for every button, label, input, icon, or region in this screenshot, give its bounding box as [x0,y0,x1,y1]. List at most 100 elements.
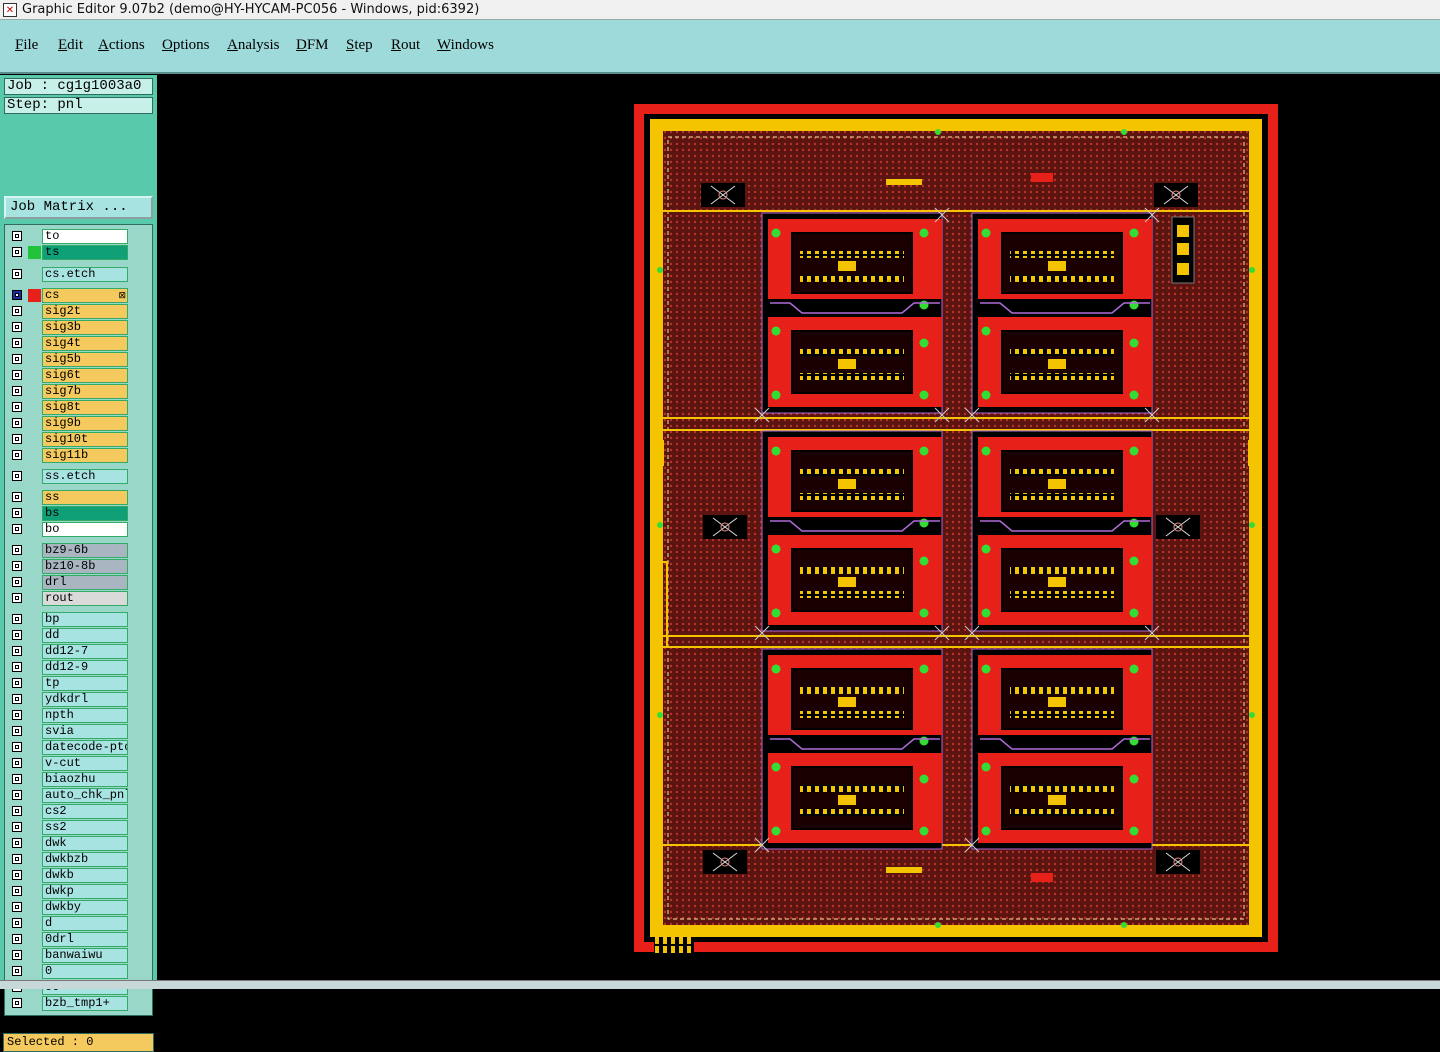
layer-row-sig9b[interactable]: sig9b [8,416,128,431]
layer-checkbox[interactable] [12,577,22,587]
layer-checkbox[interactable] [12,434,22,444]
layer-row-sig3b[interactable]: sig3b [8,320,128,335]
layer-row-bo[interactable]: bo [8,522,128,537]
menu-dfm[interactable]: DFM [296,37,329,54]
layer-name[interactable]: bz9-6b [42,543,128,558]
layer-name[interactable]: sig2t [42,304,128,319]
layer-checkbox[interactable] [12,678,22,688]
layer-row-sig2t[interactable]: sig2t [8,304,128,319]
layer-row-dwkby[interactable]: dwkby [8,900,128,915]
layer-name[interactable]: dwk [42,836,128,851]
menu-step[interactable]: Step [346,37,373,54]
layer-row-to[interactable]: to [8,229,128,244]
layer-checkbox[interactable] [12,614,22,624]
menu-windows[interactable]: Windows [437,37,494,54]
layer-name[interactable]: sig6t [42,368,128,383]
layer-row-dd[interactable]: dd [8,628,128,643]
layer-row-cs2[interactable]: cs2 [8,804,128,819]
layer-row-bz10-8b[interactable]: bz10-8b [8,559,128,574]
layer-row-cs[interactable]: cs ⊠ [8,288,128,303]
layer-row-0[interactable]: 0 [8,964,128,979]
layer-name[interactable]: bp [42,612,128,627]
layer-checkbox[interactable] [12,726,22,736]
layer-checkbox[interactable] [12,338,22,348]
layer-checkbox[interactable] [12,630,22,640]
layer-row-dd12-9[interactable]: dd12-9 [8,660,128,675]
layer-row-dd12-7[interactable]: dd12-7 [8,644,128,659]
layer-checkbox[interactable] [12,870,22,880]
layer-checkbox[interactable] [12,290,22,300]
layer-name[interactable]: ss2 [42,820,128,835]
layer-row-ydkdrl[interactable]: ydkdrl [8,692,128,707]
layer-name[interactable]: sig7b [42,384,128,399]
layer-row-sig6t[interactable]: sig6t [8,368,128,383]
layer-row-v-cut[interactable]: v-cut [8,756,128,771]
layer-name[interactable]: cs ⊠ [42,288,128,303]
layer-row-datecode-pto[interactable]: datecode-pto [8,740,128,755]
layer-checkbox[interactable] [12,402,22,412]
layer-checkbox[interactable] [12,269,22,279]
layer-checkbox[interactable] [12,998,22,1008]
layer-name[interactable]: sig5b [42,352,128,367]
layer-row-sig8t[interactable]: sig8t [8,400,128,415]
layer-name[interactable]: sig11b [42,448,128,463]
layer-name[interactable]: v-cut [42,756,128,771]
layer-checkbox[interactable] [12,247,22,257]
layer-name[interactable]: dd12-7 [42,644,128,659]
layer-checkbox[interactable] [12,450,22,460]
layer-name[interactable]: svia [42,724,128,739]
layer-name[interactable]: 0 [42,964,128,979]
layer-checkbox[interactable] [12,418,22,428]
layer-row-svia[interactable]: svia [8,724,128,739]
layer-checkbox[interactable] [12,386,22,396]
layer-row-tp[interactable]: tp [8,676,128,691]
app-icon[interactable]: ✕ [3,2,17,17]
layer-checkbox[interactable] [12,662,22,672]
menu-analysis[interactable]: Analysis [227,37,280,54]
layer-checkbox[interactable] [12,854,22,864]
layer-name[interactable]: ydkdrl [42,692,128,707]
layer-name[interactable]: bo [42,522,128,537]
layer-checkbox[interactable] [12,886,22,896]
layer-row-auto_chk_pnl[interactable]: auto_chk_pnl [8,788,128,803]
layer-row-0drl[interactable]: 0drl [8,932,128,947]
layer-row-sig5b[interactable]: sig5b [8,352,128,367]
menu-actions[interactable]: Actions [98,37,145,54]
layer-checkbox[interactable] [12,231,22,241]
layer-row-ts[interactable]: ts [8,245,128,260]
layer-name[interactable]: d [42,916,128,931]
layer-checkbox[interactable] [12,306,22,316]
layer-row-ss.etch[interactable]: ss.etch [8,469,128,484]
layer-name[interactable]: dwkb [42,868,128,883]
layer-checkbox[interactable] [12,370,22,380]
layer-checkbox[interactable] [12,354,22,364]
layer-name[interactable]: tp [42,676,128,691]
layer-name[interactable]: auto_chk_pnl [42,788,128,803]
layer-row-ss2[interactable]: ss2 [8,820,128,835]
job-matrix-button[interactable]: Job Matrix ... [4,196,153,219]
layer-name[interactable]: ts [42,245,128,260]
layer-name[interactable]: npth [42,708,128,723]
layer-checkbox[interactable] [12,646,22,656]
layer-row-npth[interactable]: npth [8,708,128,723]
layer-name[interactable]: sig10t [42,432,128,447]
layer-checkbox[interactable] [12,492,22,502]
layer-name[interactable]: rout [42,591,128,606]
layer-checkbox[interactable] [12,471,22,481]
layer-row-sig7b[interactable]: sig7b [8,384,128,399]
layer-name[interactable]: ss [42,490,128,505]
layer-name[interactable]: banwaiwu [42,948,128,963]
layer-checkbox[interactable] [12,545,22,555]
layer-row-ss[interactable]: ss [8,490,128,505]
layer-checkbox[interactable] [12,561,22,571]
layer-row-drl[interactable]: drl [8,575,128,590]
layer-checkbox[interactable] [12,806,22,816]
layer-checkbox[interactable] [12,934,22,944]
layer-row-bp[interactable]: bp [8,612,128,627]
menu-rout[interactable]: Rout [391,37,420,54]
layer-name[interactable]: sig9b [42,416,128,431]
layer-name[interactable]: sig8t [42,400,128,415]
menu-edit[interactable]: Edit [58,37,83,54]
layer-row-dwk[interactable]: dwk [8,836,128,851]
layer-name[interactable]: sig3b [42,320,128,335]
